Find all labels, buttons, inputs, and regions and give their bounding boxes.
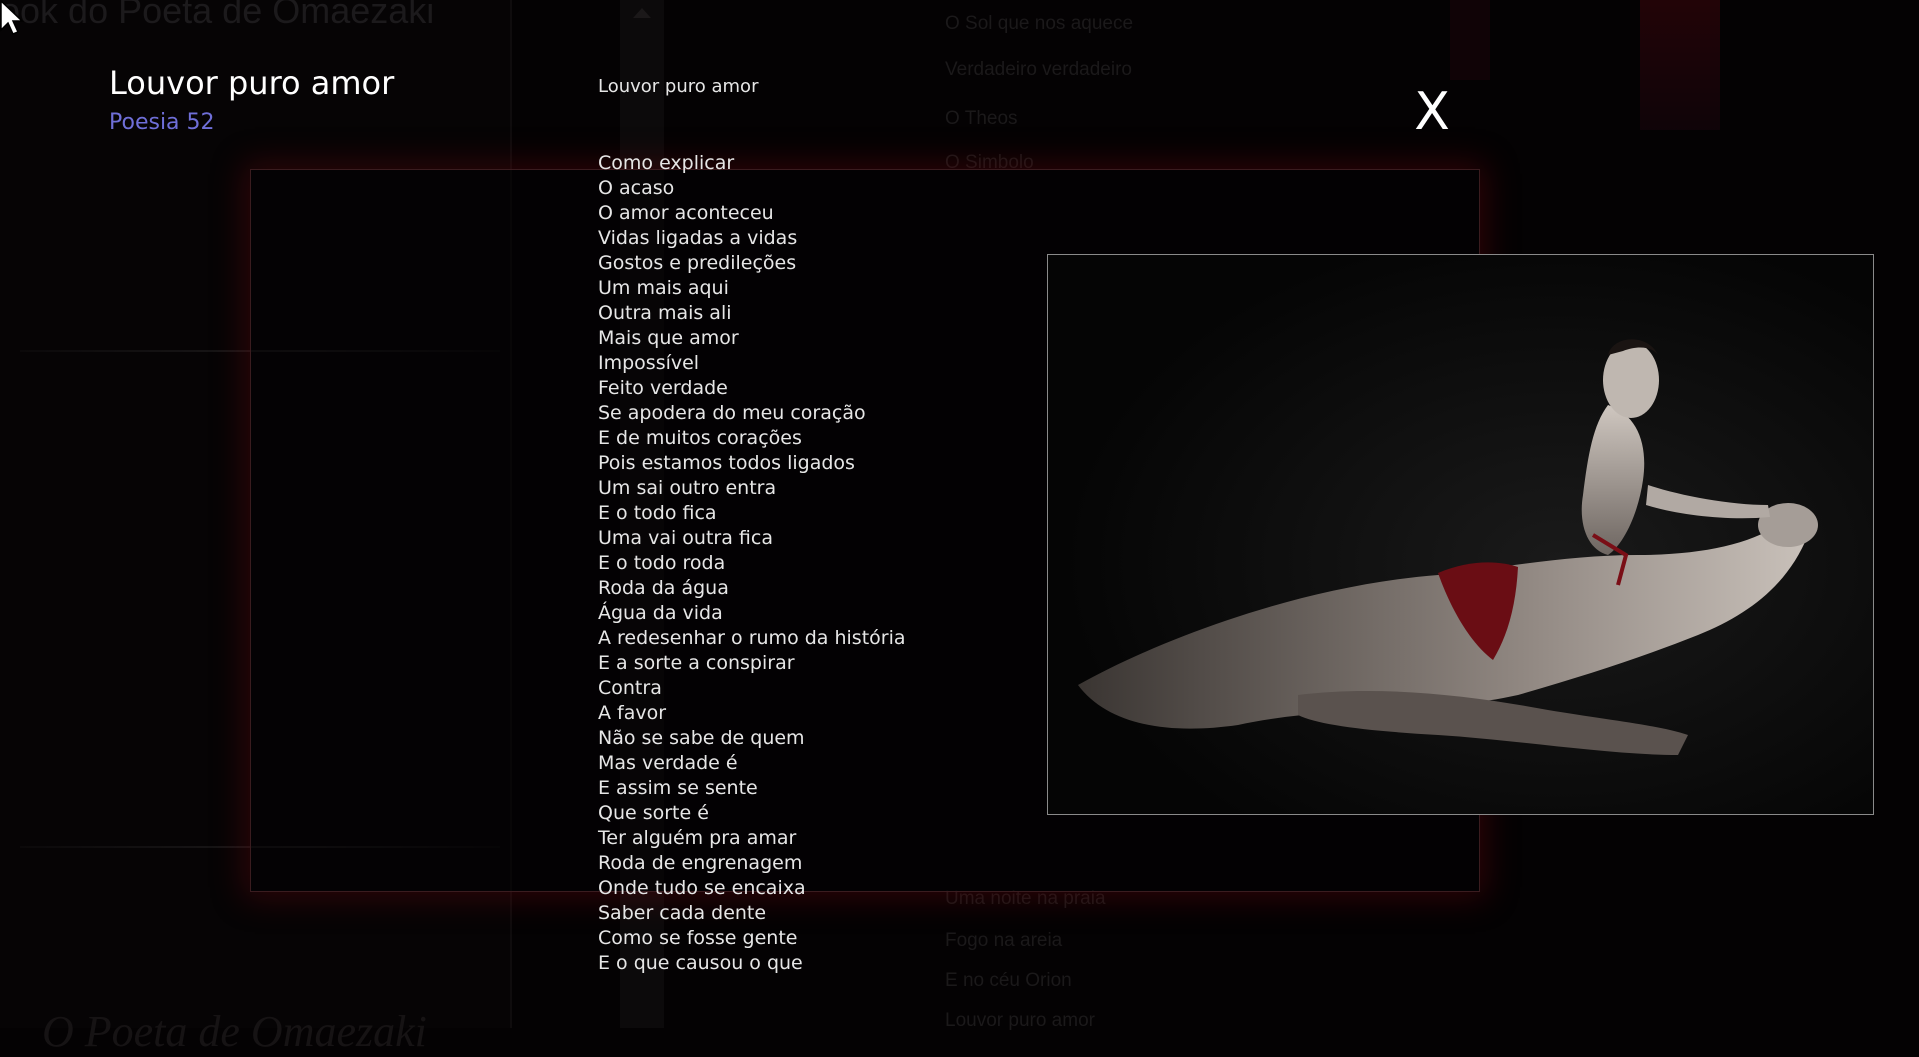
poem-line: Uma vai outra fica bbox=[598, 527, 773, 549]
poem-title: Louvor puro amor bbox=[109, 64, 395, 102]
poem-line: Água da vida bbox=[598, 602, 723, 624]
poem-line: Não se sabe de quem bbox=[598, 727, 805, 749]
poem-line: Roda de engrenagem bbox=[598, 852, 803, 874]
poem-photo bbox=[1047, 254, 1874, 815]
mouse-cursor-icon bbox=[0, 0, 24, 35]
background-link: Louvor puro amor bbox=[945, 1010, 1095, 1031]
poem-line: Outra mais ali bbox=[598, 302, 732, 324]
poem-heading: Louvor puro amor bbox=[598, 76, 759, 97]
poem-line: Se apodera do meu coração bbox=[598, 402, 866, 424]
poem-line: Ter alguém pra amar bbox=[598, 827, 797, 849]
scroll-up-arrow-icon bbox=[633, 8, 651, 18]
background-link: E no céu Orion bbox=[945, 970, 1072, 991]
poem-line: E assim se sente bbox=[598, 777, 758, 799]
poem-line: A redesenhar o rumo da história bbox=[598, 627, 906, 649]
poem-line: E o todo roda bbox=[598, 552, 726, 574]
poem-line: O amor aconteceu bbox=[598, 202, 774, 224]
background-site-title: ook do Poeta de Omaezaki bbox=[0, 0, 435, 31]
background-link: O Theos bbox=[945, 108, 1018, 129]
background-red-decoration bbox=[1640, 0, 1720, 130]
background-footer-title: O Poeta de Omaezaki bbox=[42, 1007, 427, 1056]
poem-line: Mas verdade é bbox=[598, 752, 738, 774]
poem-line: Como explicar bbox=[598, 152, 735, 174]
poem-line: Roda da água bbox=[598, 577, 729, 599]
poem-line: A favor bbox=[598, 702, 667, 724]
poem-line: Um sai outro entra bbox=[598, 477, 777, 499]
poem-line: O acaso bbox=[598, 177, 675, 199]
poem-line: Impossível bbox=[598, 352, 700, 374]
poem-line: Onde tudo se encaixa bbox=[598, 877, 806, 899]
background-link: Verdadeiro verdadeiro bbox=[945, 59, 1132, 80]
background-link: Fogo na areia bbox=[945, 930, 1063, 951]
poem-line: Mais que amor bbox=[598, 327, 739, 349]
poem-line: Gostos e predileções bbox=[598, 252, 797, 274]
poem-text: Como explicar O acaso O amor aconteceu Vida… bbox=[598, 151, 906, 976]
poem-number: Poesia 52 bbox=[109, 110, 215, 135]
background-link: O Sol que nos aquece bbox=[945, 13, 1134, 34]
poem-line: Vidas ligadas a vidas bbox=[598, 227, 798, 249]
poem-line: Contra bbox=[598, 677, 662, 699]
poem-line: Que sorte é bbox=[598, 802, 709, 824]
poem-line: Um mais aqui bbox=[598, 277, 729, 299]
poem-line: Feito verdade bbox=[598, 377, 728, 399]
poem-line: Como se fosse gente bbox=[598, 927, 798, 949]
poem-line: E o que causou o que bbox=[598, 952, 803, 974]
poem-line: E a sorte a conspirar bbox=[598, 652, 795, 674]
close-button[interactable]: X bbox=[1408, 82, 1456, 142]
poem-line: Pois estamos todos ligados bbox=[598, 452, 855, 474]
poem-line: E o todo fica bbox=[598, 502, 717, 524]
poem-line: E de muitos corações bbox=[598, 427, 802, 449]
poem-line: Saber cada dente bbox=[598, 902, 767, 924]
background-decoration bbox=[1450, 0, 1490, 80]
